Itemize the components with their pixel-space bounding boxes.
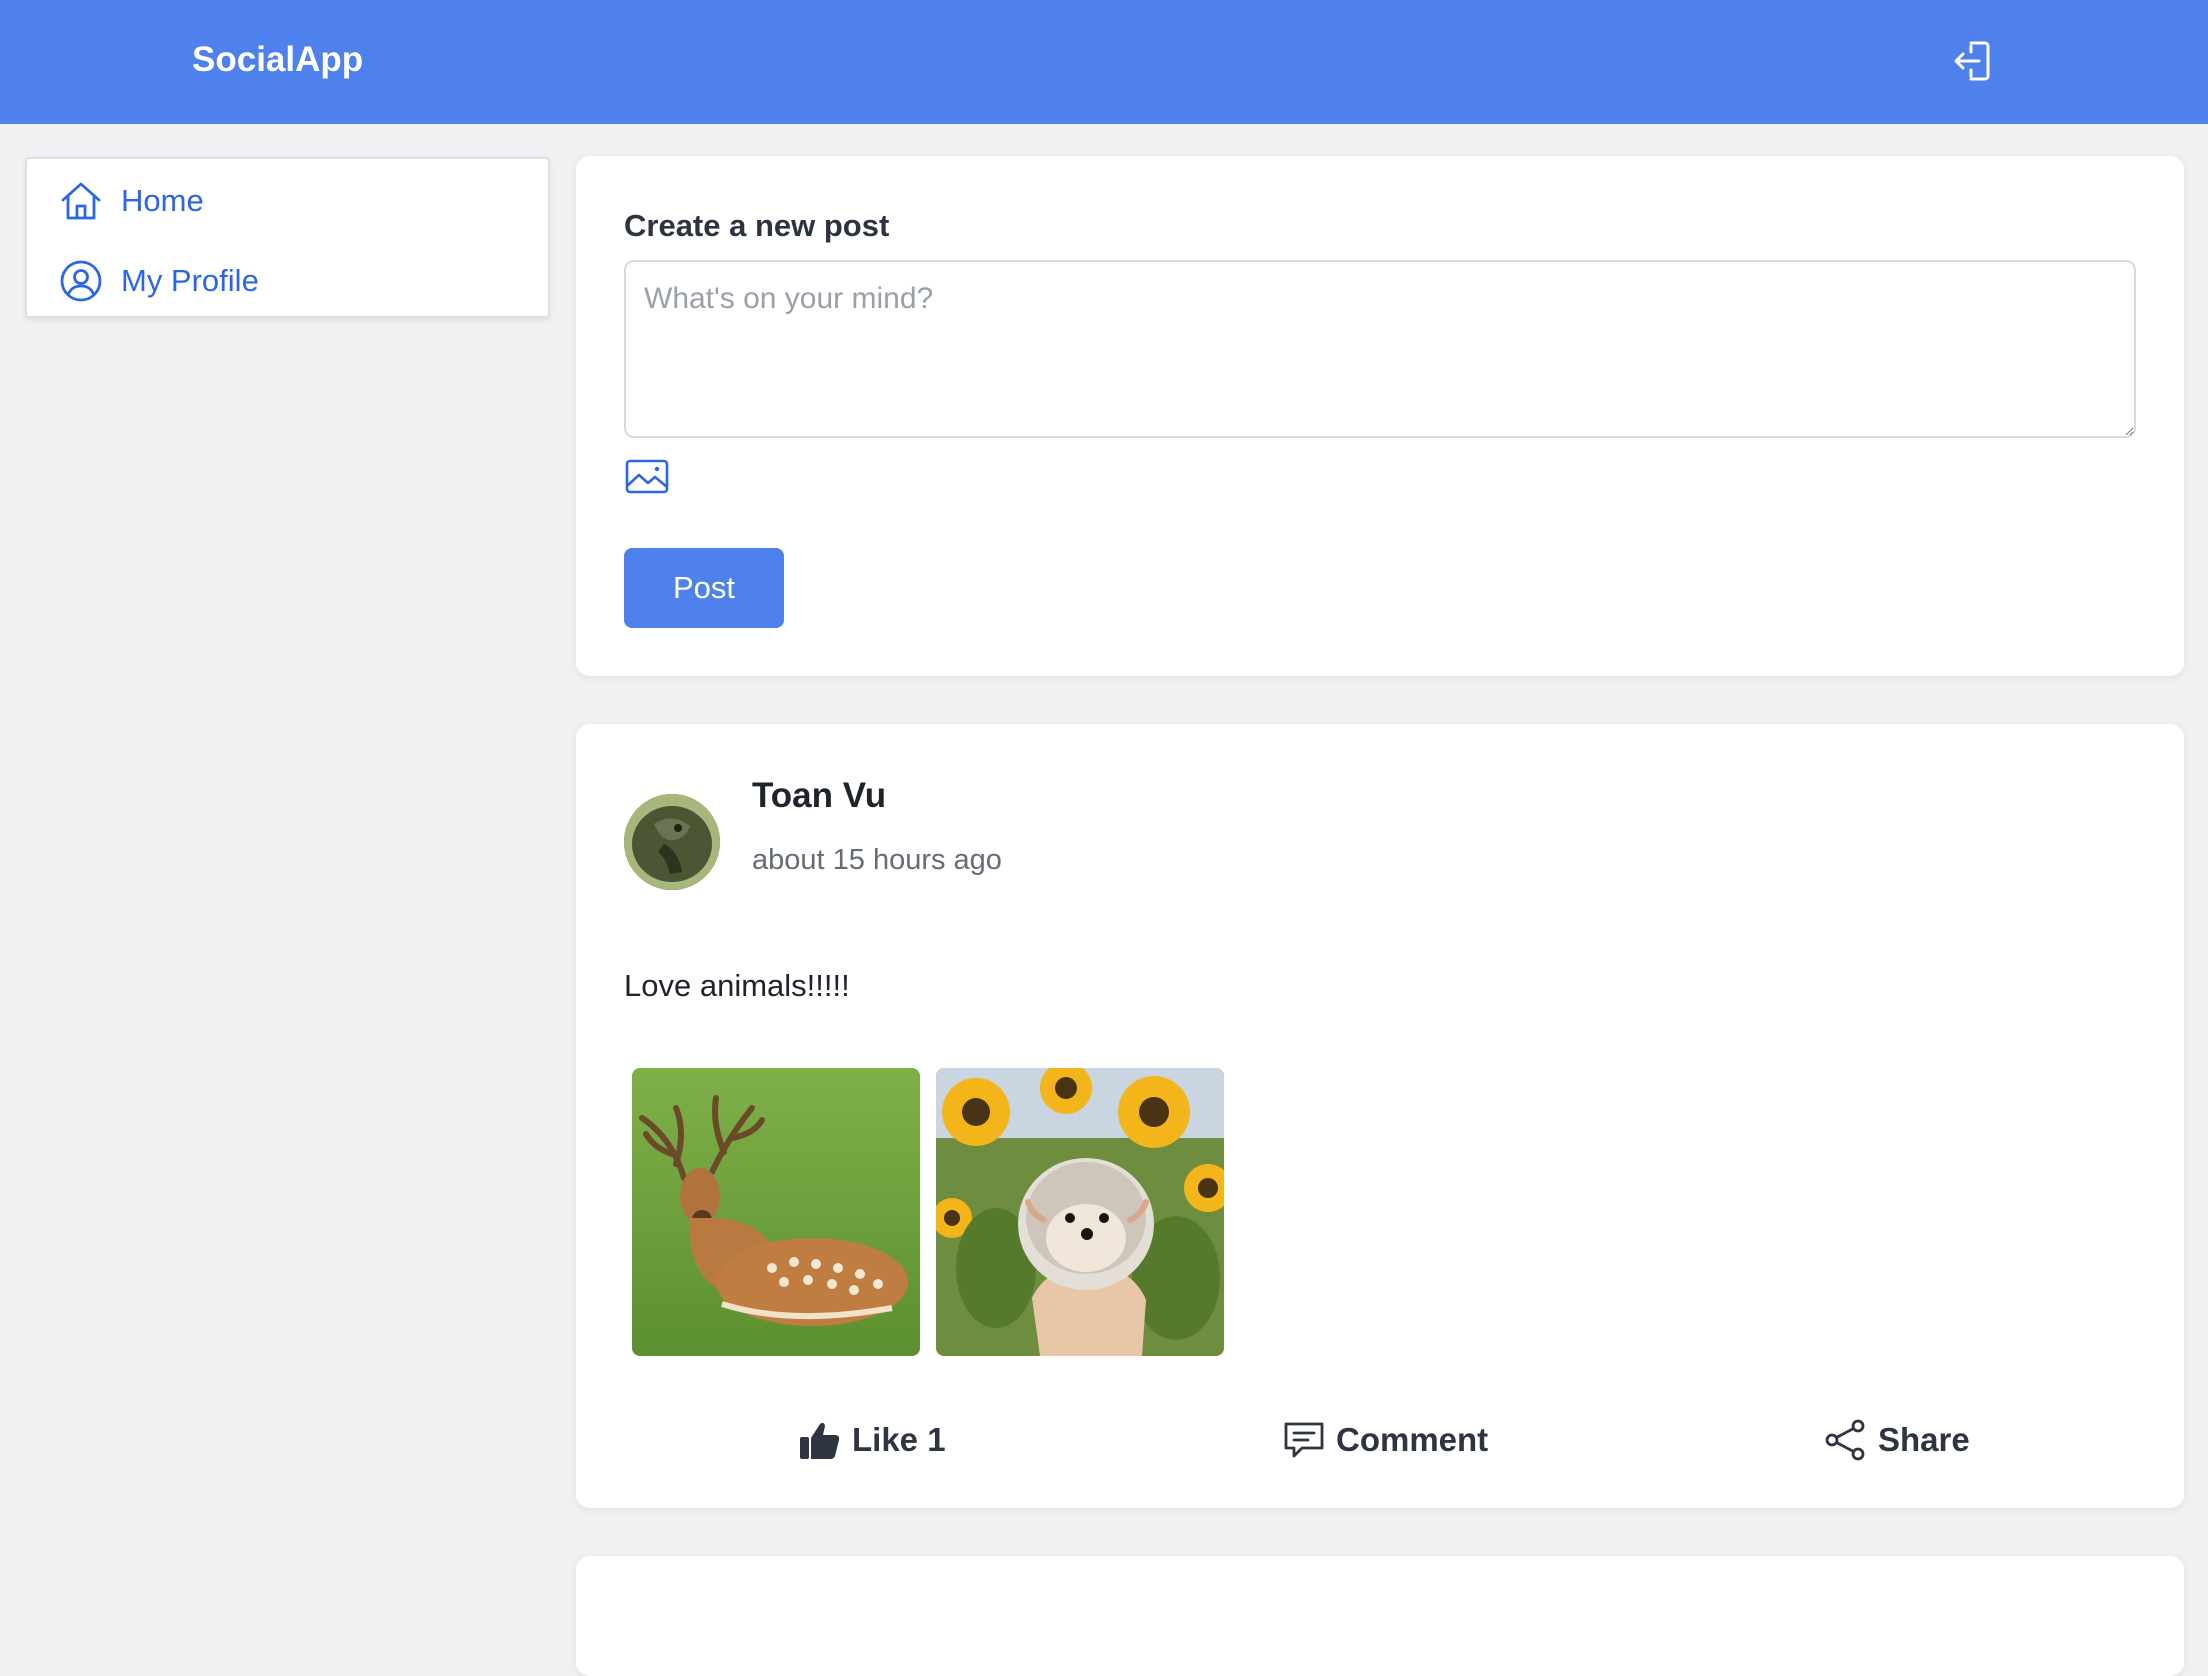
post-photo-deer[interactable]: [632, 1068, 920, 1356]
sidebar-nav: Home My Profile: [25, 157, 550, 318]
logout-button[interactable]: [1948, 36, 1998, 86]
comment-icon: [1282, 1418, 1326, 1462]
share-label: Share: [1878, 1421, 1970, 1458]
like-label: Like 1: [852, 1421, 946, 1458]
sidebar-item-my-profile[interactable]: My Profile: [59, 253, 259, 309]
comment-button[interactable]: Comment: [1282, 1404, 1488, 1476]
feed-post: Toan Vu about 15 hours ago Love animals!…: [576, 724, 2184, 1508]
create-post-card: Create a new post Post: [576, 156, 2184, 676]
top-navbar: SocialApp: [0, 0, 2208, 124]
like-button[interactable]: Like 1: [798, 1404, 946, 1476]
sidebar-item-label: My Profile: [121, 263, 259, 298]
sidebar-item-label: Home: [121, 183, 204, 218]
composer-title: Create a new post: [624, 208, 890, 243]
sidebar-item-home[interactable]: Home: [59, 173, 204, 229]
image-icon: [625, 459, 669, 494]
share-button[interactable]: Share: [1824, 1404, 1970, 1476]
post-actions: Like 1 Comment Share: [576, 1404, 2184, 1476]
post-timestamp: about 15 hours ago: [752, 844, 1002, 876]
comment-label: Comment: [1336, 1421, 1489, 1458]
post-text: Love animals!!!!!: [624, 968, 850, 1003]
add-image-button[interactable]: [624, 456, 670, 496]
share-icon: [1824, 1418, 1868, 1462]
post-button[interactable]: Post: [624, 548, 784, 628]
post-content-input[interactable]: [624, 260, 2136, 438]
thumbs-up-icon: [798, 1418, 842, 1462]
feed-post-next: [576, 1556, 2184, 1676]
avatar[interactable]: [624, 794, 720, 890]
home-icon: [59, 179, 103, 223]
post-author-name[interactable]: Toan Vu: [752, 776, 886, 816]
post-photo-hedgehog[interactable]: [936, 1068, 1224, 1356]
user-circle-icon: [59, 259, 103, 303]
app-brand[interactable]: SocialApp: [192, 36, 363, 84]
logout-icon: [1954, 41, 1990, 81]
